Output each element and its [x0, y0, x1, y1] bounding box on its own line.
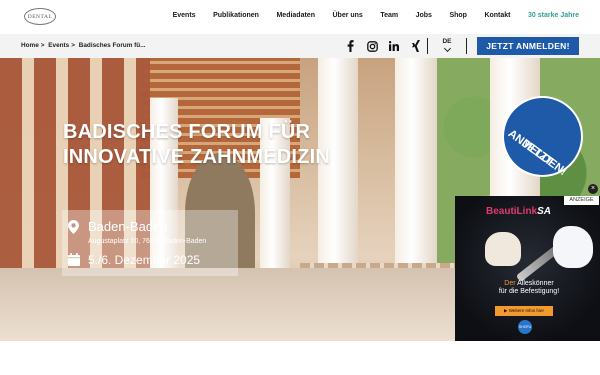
nav-team[interactable]: Team [380, 12, 398, 19]
ad-headline-line2: für die Befestigung! [498, 287, 560, 295]
ad-more-info-button[interactable]: ▶ Weitere Infos hier [495, 306, 553, 316]
event-address: Augustaplatz 10, 76530 Baden-Baden [88, 238, 207, 245]
event-title-line: BADISCHES FORUM FÜR [63, 121, 311, 143]
ad-brand-main: BeautiLink [486, 206, 538, 217]
ad-glove-image [553, 226, 593, 268]
instagram-icon[interactable] [365, 39, 379, 53]
breadcrumb-separator: > [40, 42, 45, 49]
event-title-line: INNOVATIVE ZAHNMEDIZIN [63, 146, 330, 168]
ad-headline-rest: Alleskönner [515, 280, 554, 287]
nav-ueber-uns[interactable]: Über uns [332, 12, 362, 19]
ad-brand-logo: SHOFU [518, 320, 532, 334]
ad-label: ANZEIGE [564, 196, 599, 205]
breadcrumb: Home > Events > Badisches Forum fü... [21, 42, 146, 49]
calendar-icon [68, 253, 80, 266]
nav-events[interactable]: Events [173, 12, 196, 19]
social-links [343, 39, 431, 53]
facebook-icon[interactable] [343, 39, 357, 53]
ad-brand-suffix: SA [537, 206, 552, 217]
logo-text: DENTAL [27, 13, 53, 20]
ad-tooth-image [485, 232, 521, 266]
breadcrumb-home[interactable]: Home [21, 42, 39, 49]
close-icon[interactable]: × [588, 184, 598, 194]
nav-publikationen[interactable]: Publikationen [213, 12, 259, 19]
top-navigation: DENTAL Events Publikationen Mediadaten Ü… [0, 0, 600, 34]
breadcrumb-current: Badisches Forum fü... [78, 42, 146, 49]
linkedin-icon[interactable] [387, 39, 401, 53]
ad-headline-highlight: Der [504, 280, 516, 287]
xing-icon[interactable] [409, 39, 423, 53]
advertisement[interactable]: BeautiLinkSA Der Alleskönner für die Bef… [455, 196, 600, 341]
hero-background-column [395, 58, 437, 298]
ad-headline: Der Alleskönner für die Befestigung! [495, 280, 563, 295]
nav-mediadaten[interactable]: Mediadaten [276, 12, 315, 19]
event-city: Baden-Baden [88, 219, 168, 234]
nav-kontakt[interactable]: Kontakt [484, 12, 510, 19]
hero-background-column [318, 58, 358, 298]
location-pin-icon [68, 220, 79, 234]
language-selector[interactable]: DE [436, 38, 458, 54]
chevron-down-icon [443, 44, 451, 53]
main-nav: Events Publikationen Mediadaten Über uns… [155, 12, 579, 19]
register-button[interactable]: JETZT ANMELDEN! [477, 37, 579, 55]
register-badge[interactable]: JETZT ANMELDEN! [502, 96, 583, 178]
site-logo[interactable]: DENTAL [24, 8, 56, 25]
breadcrumb-events[interactable]: Events [48, 42, 69, 49]
page-below-fold [0, 341, 600, 375]
nav-shop[interactable]: Shop [449, 12, 467, 19]
ad-brand: BeautiLinkSA [486, 206, 551, 217]
nav-30-jahre[interactable]: 30 starke Jahre [528, 12, 579, 19]
event-date: 5./6. Dezember 2025 [88, 253, 201, 267]
divider [427, 38, 428, 54]
nav-jobs[interactable]: Jobs [416, 12, 432, 19]
event-title: BADISCHES FORUM FÜR INNOVATIVE ZAHNMEDIZ… [63, 120, 393, 170]
breadcrumb-separator: > [71, 42, 75, 49]
divider [466, 38, 467, 54]
